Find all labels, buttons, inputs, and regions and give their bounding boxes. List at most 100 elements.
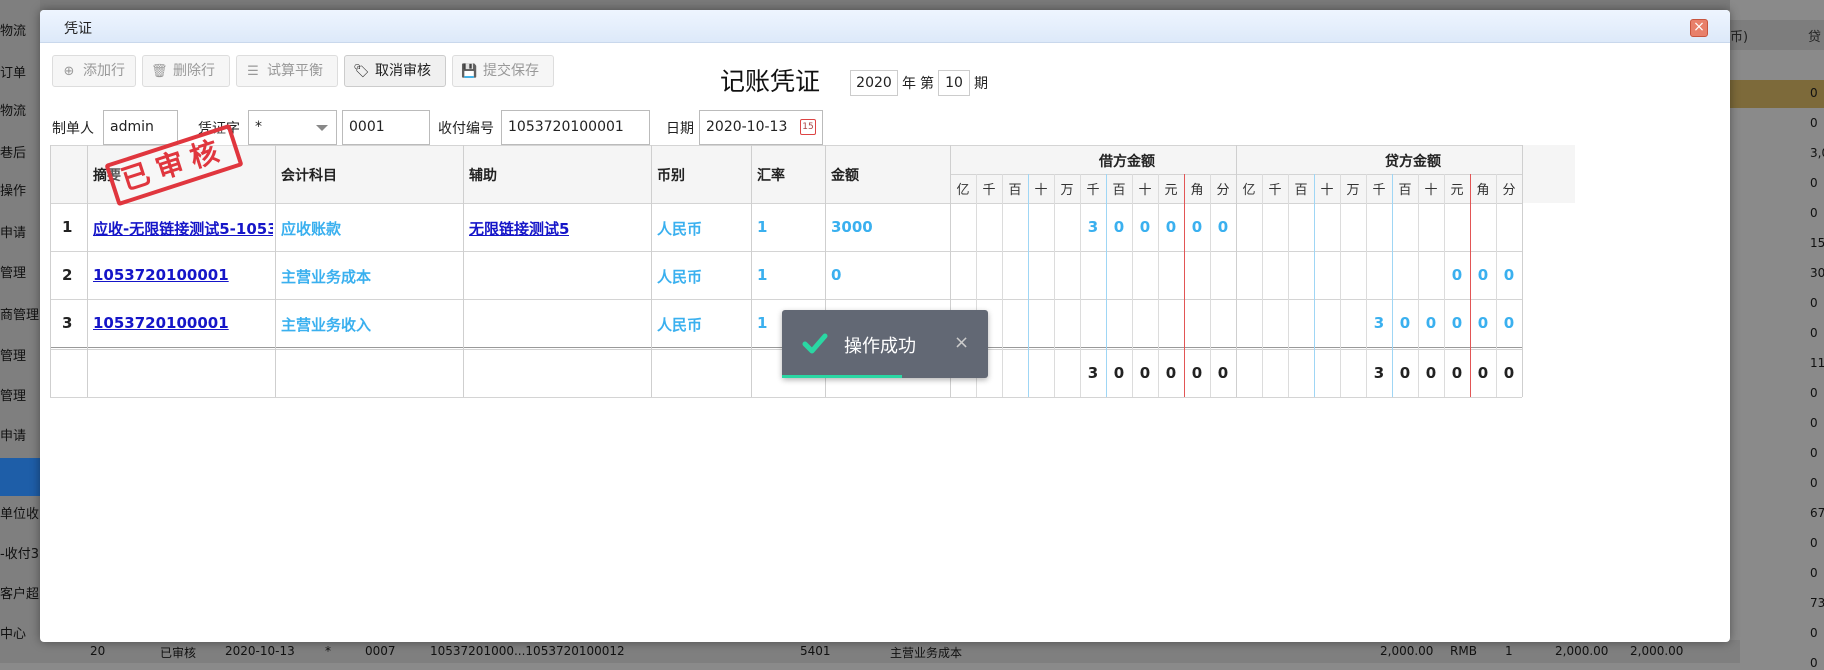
credit-digit[interactable]: 0 (1470, 266, 1496, 284)
digit-unit-header: 十 (1320, 183, 1334, 198)
digit-unit-header: 百 (1008, 183, 1022, 198)
total-debit-digit: 3 (1087, 364, 1099, 382)
rate-cell[interactable]: 1 (757, 218, 767, 236)
row-number: 1 (62, 218, 73, 236)
digit-unit-header: 十 (1424, 183, 1438, 198)
maker-label: 制单人 (52, 121, 94, 137)
rate-cell[interactable]: 1 (757, 314, 767, 332)
toast-message: 操作成功 (844, 336, 916, 357)
amount-cell[interactable]: 0 (831, 266, 841, 284)
year-input[interactable]: 2020 (850, 70, 898, 96)
credit-digit[interactable]: 0 (1496, 266, 1522, 284)
background-value: 0 (1810, 326, 1818, 340)
header-debit-amount: 借方金额 (1099, 154, 1155, 170)
debit-digit[interactable]: 3 (1080, 218, 1106, 236)
account-cell[interactable]: 应收账款 (281, 218, 341, 239)
account-cell[interactable]: 主营业务成本 (281, 266, 371, 287)
background-value: 0 (1810, 116, 1818, 130)
amount-cell[interactable]: 3000 (831, 218, 873, 236)
background-value: 0 (1810, 86, 1818, 100)
grid-column-divider (50, 145, 51, 397)
dialog-title: 凭证 (64, 21, 92, 37)
header-currency: 币别 (657, 168, 685, 184)
digit-unit-header: 千 (1268, 183, 1282, 198)
digit-unit-header: 百 (1398, 183, 1412, 198)
date-label: 日期 (666, 121, 694, 137)
credit-digit[interactable]: 0 (1496, 314, 1522, 332)
date-value: 2020-10-13 (706, 119, 788, 135)
summary-link[interactable]: 1053720100001 (93, 314, 273, 332)
debit-digit[interactable]: 0 (1106, 218, 1132, 236)
background-value: 0 (1810, 536, 1818, 550)
grid-digit-divider (1340, 174, 1341, 397)
debit-digit[interactable]: 0 (1132, 218, 1158, 236)
background-sidebar-item: 单位收 (0, 507, 40, 522)
debit-digit[interactable]: 0 (1184, 218, 1210, 236)
currency-cell[interactable]: 人民币 (657, 218, 702, 239)
credit-digit[interactable]: 0 (1444, 314, 1470, 332)
add-row-button[interactable]: ⊕ 添加行 (52, 55, 136, 87)
background-value: 0 (1810, 626, 1818, 640)
background-sidebar-item: 管理 (0, 266, 27, 281)
background-sidebar-item: 管理 (0, 349, 27, 364)
voucher-number-input[interactable]: 0001 (342, 110, 430, 145)
background-value: 0 (1810, 656, 1818, 670)
digit-unit-header: 千 (982, 183, 996, 198)
credit-digit[interactable]: 0 (1418, 314, 1444, 332)
summary-link[interactable]: 应收-无限链接测试5-1053 (93, 218, 273, 239)
success-toast: 操作成功 × (782, 310, 988, 378)
rate-cell[interactable]: 1 (757, 266, 767, 284)
background-bottom-cell: RMB (1450, 644, 1477, 658)
auxiliary-link[interactable]: 无限链接测试5 (469, 218, 569, 239)
debit-digit[interactable]: 0 (1158, 218, 1184, 236)
total-debit-digit: 0 (1217, 364, 1229, 382)
background-bottom-cell: 1 (1505, 644, 1513, 658)
cancel-audit-button[interactable]: 🏷 取消审核 (344, 55, 446, 87)
background-value: 0 (1810, 386, 1818, 400)
add-row-label: 添加行 (83, 63, 125, 79)
credit-digit[interactable]: 0 (1444, 266, 1470, 284)
total-credit-digit: 0 (1451, 364, 1463, 382)
date-input[interactable]: 2020-10-13 15 (699, 110, 823, 145)
trash-icon: 🗑 (151, 64, 168, 79)
voucher-type-select[interactable]: * (248, 110, 337, 145)
credit-digit[interactable]: 0 (1392, 314, 1418, 332)
digit-unit-header: 十 (1138, 183, 1152, 198)
debit-digit[interactable]: 0 (1210, 218, 1236, 236)
background-top (40, 0, 1740, 10)
year-label: 年 (902, 76, 916, 92)
digit-unit-header: 元 (1164, 183, 1178, 198)
maker-input[interactable]: admin (103, 110, 178, 145)
currency-cell[interactable]: 人民币 (657, 266, 702, 287)
period-input[interactable]: 10 (938, 70, 970, 96)
total-credit-digit: 0 (1399, 364, 1411, 382)
grid-column-divider (87, 145, 88, 397)
save-icon: 💾 (461, 64, 478, 79)
calendar-icon[interactable]: 15 (800, 119, 816, 135)
close-icon[interactable]: × (1690, 19, 1708, 37)
digit-unit-header: 角 (1476, 183, 1490, 198)
credit-digit[interactable]: 3 (1366, 314, 1392, 332)
digit-unit-header: 万 (1346, 183, 1360, 198)
background-bottom-cell: 已审核 (160, 646, 197, 660)
receipt-number-input[interactable]: 1053720100001 (501, 110, 650, 145)
total-credit-digit: 0 (1503, 364, 1515, 382)
background-value: 15 (1810, 236, 1824, 250)
delete-row-button[interactable]: 🗑 删除行 (142, 55, 230, 87)
header-credit-amount: 贷方金额 (1385, 154, 1441, 170)
background-value: 0 (1810, 446, 1818, 460)
credit-digit[interactable]: 0 (1470, 314, 1496, 332)
digit-unit-header: 亿 (956, 183, 970, 198)
toast-close-icon[interactable]: × (954, 332, 969, 353)
currency-cell[interactable]: 人民币 (657, 314, 702, 335)
grid-digit-divider (1262, 174, 1263, 397)
list-icon: ☰ (247, 64, 259, 79)
summary-link[interactable]: 1053720100001 (93, 266, 273, 284)
background-value: 3,0 (1810, 146, 1824, 160)
grid-row-divider (50, 397, 1522, 398)
submit-save-button[interactable]: 💾 提交保存 (452, 55, 554, 87)
check-icon (802, 333, 828, 354)
trial-balance-button[interactable]: ☰ 试算平衡 (236, 55, 338, 87)
grid-digit-divider (1002, 174, 1003, 397)
account-cell[interactable]: 主营业务收入 (281, 314, 371, 335)
